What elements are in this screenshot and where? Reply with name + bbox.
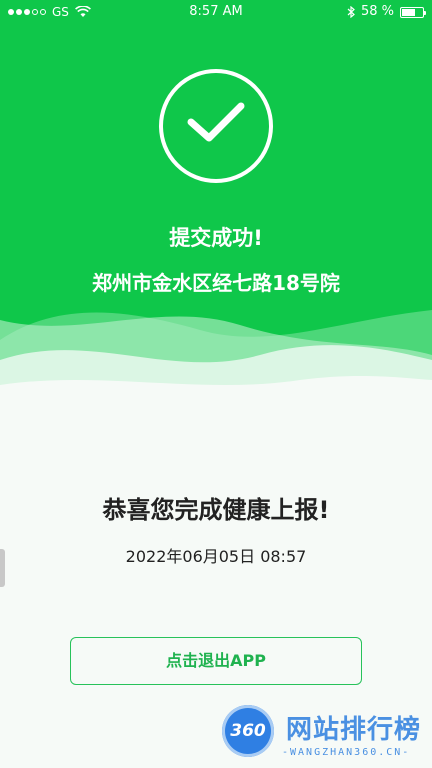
checkmark-icon	[187, 102, 245, 142]
status-bar: GS 8:57 AM 58 %	[0, 0, 432, 24]
exit-app-button[interactable]: 点击退出APP	[70, 637, 362, 685]
report-datetime: 2022年06月05日 08:57	[125, 547, 307, 566]
submit-success-title: 提交成功!	[169, 226, 263, 250]
success-header	[0, 0, 432, 410]
watermark: 360 网站排行榜 -WANGZHAN360.CN-	[222, 703, 427, 765]
watermark-logo-text: 360	[230, 721, 266, 741]
status-bar-right: 58 %	[347, 0, 426, 24]
side-drawer-handle[interactable]	[0, 549, 5, 587]
battery-level	[402, 8, 415, 16]
wave-decoration	[0, 310, 432, 410]
battery-icon	[400, 6, 426, 18]
battery-percent: 58 %	[360, 4, 394, 19]
watermark-domain: -WANGZHAN360.CN-	[282, 747, 411, 758]
congratulations-message: 恭喜您完成健康上报!	[102, 496, 330, 524]
watermark-name: 网站排行榜	[286, 715, 422, 745]
watermark-logo-icon: 360	[222, 705, 274, 757]
address-text: 郑州市金水区经七路18号院	[92, 271, 340, 295]
check-circle-icon	[159, 69, 273, 183]
bluetooth-icon	[347, 6, 355, 18]
